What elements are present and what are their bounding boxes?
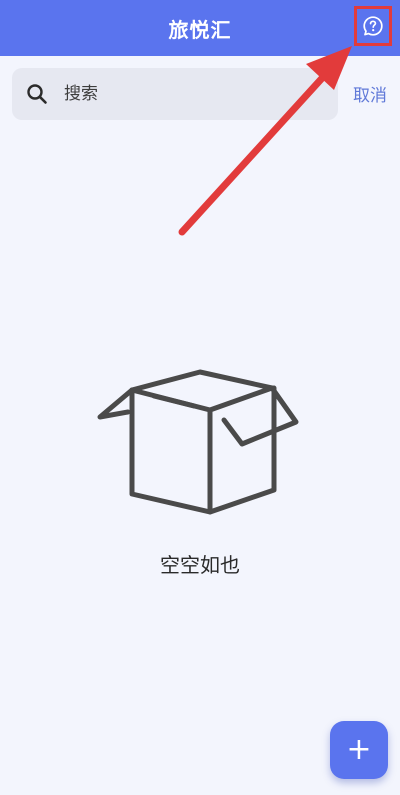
plus-icon: + [346, 732, 372, 767]
search-bar: 取消 [12, 68, 392, 120]
empty-state-message: 空空如也 [160, 553, 240, 577]
cancel-button[interactable]: 取消 [353, 81, 387, 106]
help-button[interactable] [354, 6, 392, 46]
question-circle-icon [363, 16, 383, 36]
page-title: 旅悦汇 [168, 17, 232, 42]
search-field-container[interactable] [12, 68, 338, 120]
search-input[interactable] [62, 83, 306, 105]
search-icon [26, 83, 48, 105]
add-button[interactable]: + [330, 721, 388, 779]
app-header: 旅悦汇 [0, 0, 400, 56]
open-box-icon [97, 369, 299, 515]
